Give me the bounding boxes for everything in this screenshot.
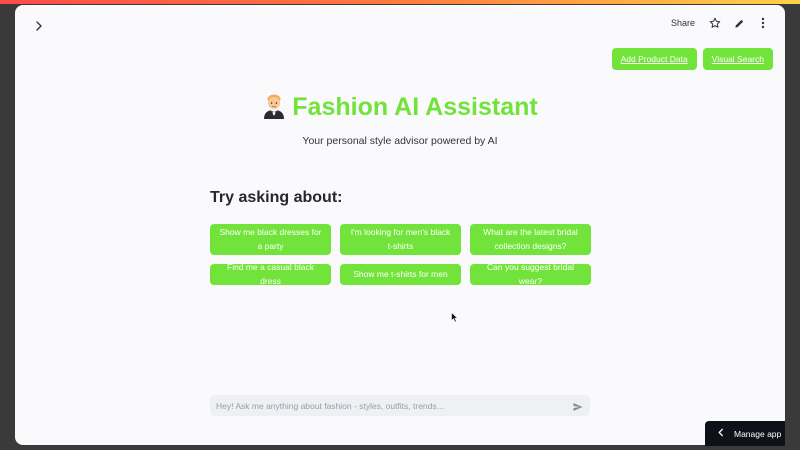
suggestions-heading: Try asking about: (210, 189, 343, 206)
star-icon[interactable] (709, 17, 721, 29)
window-top-border (0, 0, 800, 4)
page-title: Fashion AI Assistant (15, 93, 785, 122)
page-subtitle: Your personal style advisor powered by A… (302, 135, 498, 147)
header-actions: Add Product Data Visual Search (611, 48, 773, 70)
man-in-tuxedo-emoji-icon (262, 93, 286, 119)
suggestion-button[interactable]: Show me t-shirts for men (340, 264, 461, 285)
manage-app-label: Manage app (734, 428, 782, 439)
suggestion-button[interactable]: Can you suggest bridal wear? (470, 262, 591, 286)
suggestion-grid: Show me black dresses for a party I'm lo… (210, 224, 591, 286)
chat-input[interactable] (216, 400, 572, 411)
manage-app-button[interactable]: Manage app (705, 421, 785, 446)
chat-input-bar (210, 395, 590, 416)
pencil-icon[interactable] (733, 17, 745, 29)
toolbar: Share (671, 17, 769, 29)
chevron-right-icon[interactable] (32, 19, 46, 33)
add-product-data-button[interactable]: Add Product Data (611, 48, 697, 70)
suggestion-button[interactable]: I'm looking for men's black t-shirts (340, 224, 461, 255)
kebab-menu-icon[interactable] (757, 17, 769, 29)
suggestion-button[interactable]: Find me a casual black dress (210, 262, 331, 286)
visual-search-button[interactable]: Visual Search (702, 48, 773, 70)
mouse-pointer-icon (451, 312, 459, 323)
page-title-text: Fashion AI Assistant (292, 93, 538, 121)
suggestion-button[interactable]: Show me black dresses for a party (210, 224, 331, 255)
chevron-left-icon (717, 428, 725, 439)
send-icon[interactable] (572, 400, 584, 412)
share-button[interactable]: Share (671, 18, 695, 28)
suggestion-button[interactable]: What are the latest bridal collection de… (470, 224, 591, 255)
app-container: Share Add Product Data Visual Search Fas… (15, 5, 785, 445)
